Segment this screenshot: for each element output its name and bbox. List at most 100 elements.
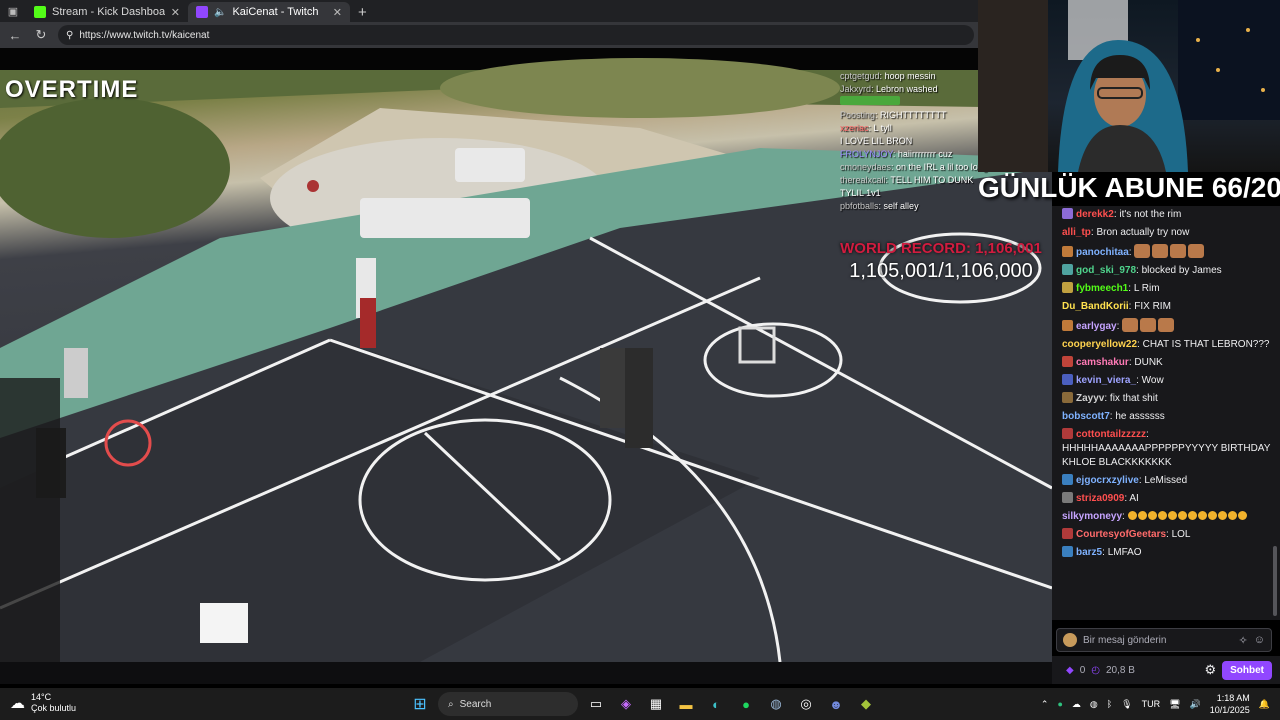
emote-icon [1188,244,1205,258]
tab-kick-dashboard[interactable]: Stream - Kick Dashboard ✕ [26,2,188,22]
sub-badge-icon [1062,282,1073,293]
chat-message[interactable]: kevin_viera_: Wow [1052,372,1280,390]
windows-start-icon[interactable]: ⊞ [408,692,432,716]
overlay-text: haiirrrrrrrr cuz [897,149,953,159]
file-explorer-icon[interactable]: ▬ [674,692,698,716]
chat-message[interactable]: bobscott7: he assssss [1052,408,1280,426]
chat-username[interactable]: Du_BandKorii [1062,301,1129,312]
task-view-icon[interactable]: ▭ [584,692,608,716]
cloud-icon: ☁ [10,694,25,712]
overlay-user: Poosting [840,110,876,120]
tab-actions-icon[interactable]: ▣ [0,0,26,22]
chat-message[interactable]: cottontailzzzzz: HHHHHAAAAAAAPPPPPPYYYYY… [1052,426,1280,472]
obs-icon[interactable]: ◎ [794,692,818,716]
emoji-icon [1227,511,1237,520]
chat-username[interactable]: kevin_viera_ [1076,375,1136,386]
chat-username[interactable]: camshakur [1076,357,1129,368]
new-tab-button[interactable]: + [350,2,375,22]
chat-panel: derekk2: it's not the rim alli_tp: Bron … [1052,206,1280,620]
chat-username[interactable]: bobscott7 [1062,411,1110,422]
discord-icon[interactable]: ☻ [824,692,848,716]
chat-scrollbar[interactable] [1273,546,1277,616]
sub-badge-icon [1062,246,1073,257]
chat-message[interactable]: striza0909: AI [1052,490,1280,508]
steam-tray-icon[interactable]: ◍ [1090,699,1098,710]
chat-username[interactable]: alli_tp [1062,227,1091,238]
stream-video[interactable]: OVERTIME cptgetgud: hoop messin Jakxyrd:… [0,48,1052,662]
tab-title: KaiCenat - Twitch [232,6,319,18]
chat-username[interactable]: panochitaa [1076,247,1129,258]
chat-username[interactable]: earlygay [1076,321,1117,332]
back-icon[interactable]: ← [6,26,24,44]
network-icon[interactable]: 🖥 [1169,699,1180,710]
chat-username[interactable]: ejgocrxzylive [1076,475,1139,486]
bits-icon[interactable]: ✧ [1239,634,1248,647]
app-tray-icon[interactable]: ● [1057,699,1062,709]
chat-message[interactable]: barz5: LMFAO [1052,544,1280,562]
close-tab-icon[interactable]: ✕ [333,6,342,19]
chat-message[interactable]: ejgocrxzylive: LeMissed [1052,472,1280,490]
emote-picker-icon[interactable]: ☺ [1254,634,1265,646]
game-app-icon[interactable]: ◆ [854,692,878,716]
store-icon[interactable]: ▦ [644,692,668,716]
site-info-icon[interactable]: ⚲ [66,30,73,41]
chat-text: LOL [1171,529,1191,540]
notifications-icon[interactable]: 🔔 [1259,699,1270,710]
weather-widget[interactable]: ☁ 14°C Çok bulutlu [10,692,76,714]
steam-icon[interactable]: ◍ [764,692,788,716]
overlay-text: I LOVE LIL BRON [840,136,913,146]
reload-icon[interactable]: ↻ [32,26,50,44]
emote-icon [1140,318,1157,332]
chat-settings-icon[interactable]: ⚙ [1204,662,1216,678]
chat-input[interactable]: Bir mesaj gönderin ✧ ☺ [1056,628,1272,652]
chat-message[interactable]: earlygay: [1052,316,1280,336]
weather-temp: 14°C [31,692,52,702]
chat-message[interactable]: fybmeech1: L Rim [1052,280,1280,298]
chat-username[interactable]: silkymoneyy [1062,511,1122,522]
chevron-up-icon[interactable]: ⌃ [1041,699,1049,710]
emoji-icon [1207,511,1217,520]
overlay-text: self alley [883,201,919,211]
chat-message[interactable]: alli_tp: Bron actually try now [1052,224,1280,242]
chat-message[interactable]: god_ski_978: blocked by James [1052,262,1280,280]
tab-kaicenat-twitch[interactable]: 🔈 KaiCenat - Twitch ✕ [188,2,350,22]
chat-message[interactable]: CourtesyofGeetars: LOL [1052,526,1280,544]
url-text: https://www.twitch.tv/kaicenat [79,29,210,41]
chat-message[interactable]: derekk2: it's not the rim [1052,206,1280,224]
address-bar[interactable]: ⚲ https://www.twitch.tv/kaicenat [58,25,974,45]
avatar[interactable] [1063,633,1077,647]
spotify-icon[interactable]: ● [734,692,758,716]
chat-username[interactable]: striza0909 [1076,493,1124,504]
sub-badge-icon [1062,528,1073,539]
chat-message[interactable]: Du_BandKorii: FIX RIM [1052,298,1280,316]
close-tab-icon[interactable]: ✕ [171,6,180,19]
chat-username[interactable]: derekk2 [1076,209,1114,220]
language-indicator[interactable]: TUR [1142,699,1161,709]
chat-message[interactable]: cooperyellow22: CHAT IS THAT LEBRON??? [1052,336,1280,354]
volume-icon[interactable]: 🔊 [1190,699,1201,710]
speaker-icon[interactable]: 🔈 [214,7,226,18]
send-chat-button[interactable]: Sohbet [1222,660,1272,680]
clock-time: 1:18 AM [1216,693,1250,703]
chat-username[interactable]: Zayyv [1076,393,1104,404]
clock[interactable]: 1:18 AM 10/1/2025 [1210,692,1250,716]
chat-message[interactable]: camshakur: DUNK [1052,354,1280,372]
chat-message[interactable]: Zayyv: fix that shit [1052,390,1280,408]
streamer-webcam [978,0,1280,172]
chat-text: FIX RIM [1134,301,1171,312]
chat-username[interactable]: fybmeech1 [1076,283,1128,294]
chat-username[interactable]: cottontailzzzzz [1076,429,1146,440]
taskbar-search[interactable]: ⌕ Search [438,692,578,716]
copilot-icon[interactable]: ◈ [614,692,638,716]
channel-points-icon[interactable]: ◆ [1066,665,1074,676]
chat-username[interactable]: god_ski_978 [1076,265,1136,276]
chat-username[interactable]: CourtesyofGeetars [1076,529,1166,540]
chat-username[interactable]: barz5 [1076,547,1102,558]
chat-message[interactable]: panochitaa: [1052,242,1280,262]
edge-browser-icon[interactable]: ◐ [704,692,728,716]
chat-username[interactable]: cooperyellow22 [1062,339,1137,350]
microphone-icon[interactable]: 🎙 [1121,699,1132,710]
onedrive-icon[interactable]: ☁ [1072,699,1081,710]
bluetooth-icon[interactable]: ᛒ [1107,699,1112,709]
chat-message[interactable]: silkymoneyy: [1052,508,1280,526]
